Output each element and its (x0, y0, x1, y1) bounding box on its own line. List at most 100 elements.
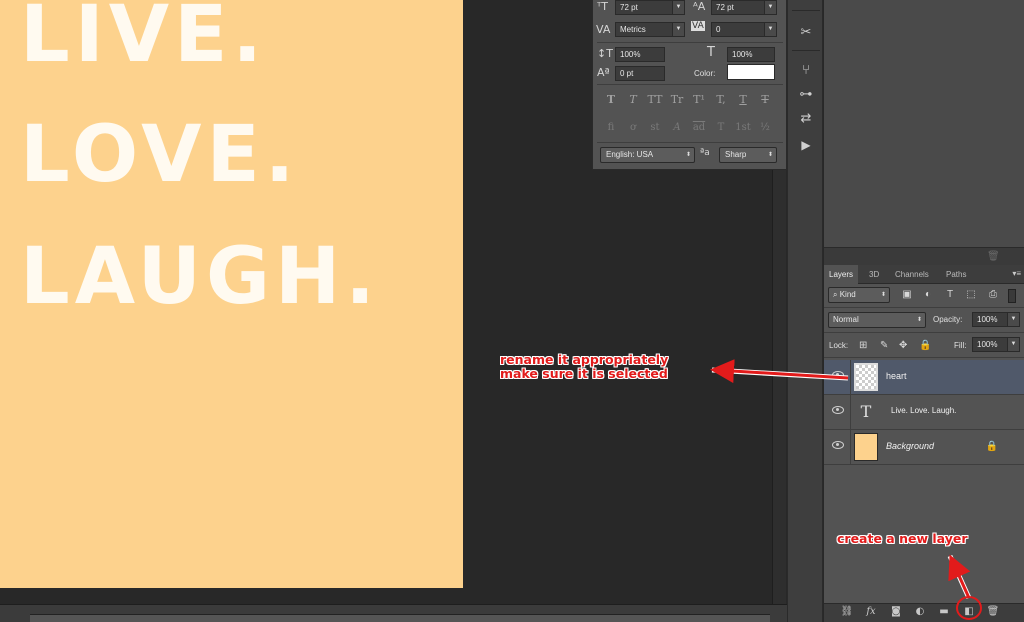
layer-name[interactable]: heart (886, 371, 907, 381)
leading-field[interactable]: 72 pt ▼ (711, 0, 777, 15)
kerning-select[interactable]: Metrics ▼ (615, 22, 685, 37)
layer-row-text[interactable]: T Live. Love. Laugh. (824, 395, 1024, 430)
properties-icon[interactable]: ⇄ (796, 110, 816, 128)
document-canvas[interactable]: LIVE. LOVE. LAUGH. (0, 0, 463, 588)
chevron-down-icon[interactable]: ▼ (764, 1, 776, 14)
all-caps-button[interactable]: TT (645, 93, 665, 106)
trash-icon[interactable]: 🗑 (986, 606, 1000, 617)
layers-panel-footer: ⛓ fx ◙ ◐ ▬ ◧ 🗑 (824, 603, 1024, 622)
tab-layers[interactable]: Layers (824, 265, 859, 284)
annotation-rename: rename it appropriately make sure it is … (500, 353, 668, 381)
baseline-shift-field[interactable]: 0 pt (615, 66, 665, 81)
smart-object-filter-icon[interactable]: ⎙ (987, 289, 999, 301)
type-filter-icon[interactable]: T (944, 289, 956, 301)
underline-button[interactable]: T (733, 93, 753, 106)
font-size-icon: ᵀT (597, 0, 608, 13)
strikethrough-button[interactable]: T (755, 93, 775, 106)
chevron-down-icon[interactable]: ▼ (672, 23, 684, 36)
color-label: Color: (694, 69, 716, 78)
filter-toggle[interactable] (1008, 289, 1016, 303)
blend-mode-select[interactable]: Normal ⬍ (828, 312, 926, 328)
shape-filter-icon[interactable]: ⬚ (965, 289, 977, 301)
baseline-shift-value: 0 pt (620, 69, 634, 78)
stylistic-alternates-button[interactable]: st (645, 122, 665, 133)
pixel-filter-icon[interactable]: ▣ (901, 289, 913, 301)
visibility-toggle[interactable] (824, 430, 851, 464)
adjustments-icon[interactable]: ⊶ (796, 86, 816, 104)
layer-row-background[interactable]: Background 🔒 (824, 430, 1024, 465)
chevron-down-icon[interactable]: ▼ (764, 23, 776, 36)
panel-menu-icon[interactable]: ▾≡ (1012, 269, 1021, 278)
antialias-icon: ªa (700, 148, 710, 158)
text-color-swatch[interactable] (727, 64, 775, 80)
lock-position-icon[interactable]: ✥ (899, 340, 907, 351)
opacity-field[interactable]: 100% ▼ (972, 312, 1020, 327)
divider (824, 357, 1024, 358)
text-layer-icon: T (860, 402, 872, 421)
annotation-line: make sure it is selected (500, 366, 668, 381)
group-folder-icon[interactable]: ▬ (937, 606, 951, 617)
discretionary-ligatures-button[interactable]: ơ (623, 122, 643, 133)
filter-kind-select[interactable]: ⌕ Kind ⬍ (828, 287, 890, 303)
clone-source-icon[interactable]: ⑂ (796, 62, 816, 80)
divider (824, 332, 1024, 333)
link-icon[interactable]: ⛓ (840, 606, 854, 617)
chevron-down-icon[interactable]: ▼ (1007, 338, 1019, 351)
divider (824, 307, 1024, 308)
vertical-scale-value: 100% (620, 50, 641, 59)
tab-3d[interactable]: 3D (864, 265, 884, 284)
filter-kind-value: Kind (839, 290, 856, 299)
horizontal-scale-value: 100% (732, 50, 753, 59)
visibility-toggle[interactable] (824, 395, 851, 429)
superscript-button[interactable]: T¹ (689, 93, 709, 106)
lock-icon: 🔒 (985, 441, 998, 452)
divider (597, 84, 783, 85)
fx-icon[interactable]: fx (864, 606, 878, 617)
lock-label: Lock: (829, 341, 849, 350)
lock-transparent-icon[interactable]: ⊞ (859, 340, 867, 351)
mask-icon[interactable]: ◙ (889, 606, 903, 617)
adjustment-filter-icon[interactable]: ◐ (922, 289, 934, 301)
chevron-down-icon[interactable]: ▼ (1007, 313, 1019, 326)
search-icon: ⌕ (833, 290, 840, 299)
subscript-button[interactable]: T, (711, 93, 731, 106)
visibility-toggle[interactable] (824, 360, 851, 394)
layer-name[interactable]: Live. Love. Laugh. (891, 406, 956, 415)
brush-settings-icon[interactable]: ✂ (796, 24, 816, 42)
new-layer-icon[interactable]: ◧ (962, 606, 976, 617)
fill-field[interactable]: 100% ▼ (972, 337, 1020, 352)
trash-icon[interactable]: 🗑 (987, 251, 1000, 262)
horizontal-scale-field[interactable]: 100% (727, 47, 775, 62)
vertical-scale-field[interactable]: 100% (615, 47, 665, 62)
eye-icon (832, 441, 844, 449)
poster-text-line: LIVE. (20, 0, 268, 80)
ordinals-1st-button[interactable]: 1st (733, 122, 753, 133)
leading-value: 72 pt (716, 3, 734, 12)
tracking-select[interactable]: 0 ▼ (711, 22, 777, 37)
canvas-horizontal-scrollbar[interactable] (30, 614, 770, 622)
chevron-down-icon[interactable]: ▼ (672, 1, 684, 14)
ligatures-button[interactable]: fi (601, 122, 621, 133)
layer-thumbnail (854, 363, 878, 391)
small-caps-button[interactable]: Tr (667, 93, 687, 106)
chevron-updown-icon: ⬍ (916, 317, 922, 323)
tracking-icon: VA (691, 21, 705, 31)
titling-alternates-button[interactable]: ad (689, 122, 709, 133)
fractions-button[interactable]: ½ (755, 122, 775, 133)
ordinals-button[interactable]: T (711, 122, 731, 133)
adjustment-layer-icon[interactable]: ◐ (913, 606, 927, 617)
language-select[interactable]: English: USA ⬍ (600, 147, 695, 163)
divider (792, 50, 820, 51)
play-icon[interactable]: ▶ (796, 136, 816, 154)
faux-italic-button[interactable]: T (623, 93, 643, 106)
swash-button[interactable]: A (667, 122, 687, 133)
lock-all-icon[interactable]: 🔒 (919, 340, 931, 351)
tab-channels[interactable]: Channels (890, 265, 934, 284)
tab-paths[interactable]: Paths (941, 265, 971, 284)
font-size-field[interactable]: 72 pt ▼ (615, 0, 685, 15)
faux-bold-button[interactable]: T (601, 93, 621, 106)
antialias-select[interactable]: Sharp ⬍ (719, 147, 777, 163)
layer-name[interactable]: Background (886, 441, 934, 451)
lock-image-icon[interactable]: ✎ (880, 340, 888, 351)
layer-row-heart[interactable]: heart (824, 360, 1024, 395)
